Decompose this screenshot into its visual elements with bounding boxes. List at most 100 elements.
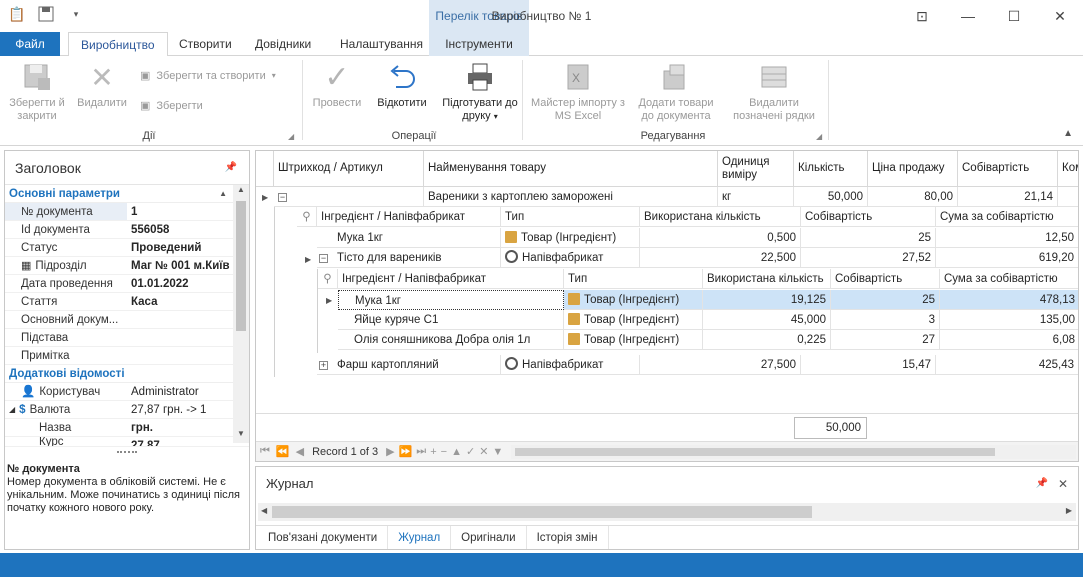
save-close-button[interactable]: Зберегти й закрити: [6, 60, 68, 123]
header-name[interactable]: Найменування товару: [424, 151, 718, 187]
sub-header-sum[interactable]: Сума за собівартістю: [936, 207, 1078, 227]
print-button[interactable]: Підготувати до друку ▾: [442, 60, 518, 123]
tab-tools[interactable]: Інструменти: [429, 32, 529, 56]
sub-header-cost[interactable]: Собівартість: [801, 207, 936, 227]
customize-icon[interactable]: ▾: [68, 6, 84, 22]
sub-cell-sum[interactable]: 425,43: [936, 355, 1078, 375]
category-extra[interactable]: Додаткові відомості: [5, 365, 249, 383]
subsub-cell-type[interactable]: Товар (Інгредієнт): [564, 330, 703, 350]
cell-name[interactable]: Вареники з картоплею заморожені: [424, 187, 718, 207]
tab-directories[interactable]: Довідники: [243, 32, 323, 56]
subsub-cell-name[interactable]: Мука 1кг: [338, 290, 564, 310]
subsub-cell-cost[interactable]: 27: [831, 330, 940, 350]
close-button[interactable]: ✕: [1037, 0, 1083, 32]
cell-cost[interactable]: 21,14: [958, 187, 1058, 207]
subsub-header-type[interactable]: Тип: [564, 269, 703, 289]
property-value[interactable]: 27,87: [127, 437, 249, 446]
subsub-cell-sum[interactable]: 6,08: [940, 330, 1078, 350]
subsub-cell-name[interactable]: Яйце куряче С1: [338, 310, 564, 330]
property-value[interactable]: Маг № 001 м.Київ: [127, 257, 249, 274]
vertical-scrollbar[interactable]: ▲ ▼: [233, 185, 249, 443]
property-row[interactable]: Підстава: [5, 329, 249, 347]
sub-cell-qty[interactable]: 0,500: [640, 228, 801, 248]
subsub-cell-sum[interactable]: 135,00: [940, 310, 1078, 330]
cell-price[interactable]: 80,00: [868, 187, 958, 207]
first-record-icon[interactable]: ⏮: [260, 445, 270, 458]
scroll-right-icon[interactable]: ▶: [1066, 506, 1072, 515]
search-icon[interactable]: ⚲: [297, 207, 317, 227]
tab-originals[interactable]: Оригінали: [451, 526, 527, 549]
cell-quantity[interactable]: 50,000: [794, 187, 868, 207]
sub-cell-name[interactable]: Тісто для вареників: [317, 248, 501, 268]
pin-icon[interactable]: 📌: [1036, 467, 1048, 501]
scroll-thumb[interactable]: [236, 201, 246, 331]
scroll-thumb[interactable]: [272, 506, 812, 518]
property-value[interactable]: Administrator: [127, 383, 249, 400]
subsub-header-cost[interactable]: Собівартість: [831, 269, 940, 289]
subsub-header-ingredient[interactable]: Інгредієнт / Напівфабрикат: [338, 269, 564, 289]
search-icon[interactable]: ⚲: [318, 269, 338, 289]
sub-cell-type[interactable]: Напівфабрикат: [501, 248, 640, 268]
import-wizard-button[interactable]: X Майстер імпорту з MS Excel: [528, 60, 628, 123]
expand-icon[interactable]: ◢: [9, 401, 15, 418]
cell-unit[interactable]: кг: [718, 187, 794, 207]
maximize-button[interactable]: ☐: [991, 0, 1037, 32]
property-value[interactable]: [127, 347, 249, 364]
sub-cell-sum[interactable]: 619,20: [936, 248, 1078, 268]
scroll-thumb[interactable]: [515, 447, 996, 456]
header-barcode[interactable]: Штрихкод / Артикул: [274, 151, 424, 187]
property-row[interactable]: ◢ $ Валюта 27,87 грн. -> 1: [5, 401, 249, 419]
post-button[interactable]: ✓ Провести: [308, 60, 366, 110]
horizontal-scrollbar[interactable]: [511, 444, 1077, 459]
subsub-header-used-qty[interactable]: Використана кількість: [703, 269, 831, 289]
delete-button[interactable]: ✕ Видалити: [72, 60, 132, 110]
header-price[interactable]: Ціна продажу: [868, 151, 958, 187]
property-row[interactable]: Примітка: [5, 347, 249, 365]
subsub-cell-name[interactable]: Олія соняшникова Добра олія 1л: [338, 330, 564, 350]
splitter-grip[interactable]: [117, 451, 137, 453]
header-comment[interactable]: Ком: [1058, 151, 1078, 187]
property-row[interactable]: Стаття Каса: [5, 293, 249, 311]
subsub-cell-sum[interactable]: 478,13: [940, 290, 1078, 310]
property-row[interactable]: Статус Проведений: [5, 239, 249, 257]
collapse-icon[interactable]: ▲: [219, 185, 227, 203]
property-value[interactable]: 556058: [127, 221, 249, 238]
sub-cell-name[interactable]: Мука 1кг: [317, 228, 501, 248]
prev-page-icon[interactable]: ⏪: [276, 445, 290, 458]
undo-button[interactable]: Відкотити: [370, 60, 434, 110]
save-button[interactable]: ▣ Зберегти: [140, 99, 203, 113]
property-value[interactable]: Каса: [127, 293, 249, 310]
sub-cell-cost[interactable]: 25: [801, 228, 936, 248]
tab-production[interactable]: Виробництво: [68, 32, 168, 57]
sub-cell-name[interactable]: Фарш картопляний: [317, 355, 501, 375]
sub-header-type[interactable]: Тип: [501, 207, 640, 227]
tab-create[interactable]: Створити: [167, 32, 244, 56]
cell-comment[interactable]: [1058, 187, 1078, 207]
save-record-icon[interactable]: ✓: [466, 445, 475, 458]
sub-cell-type[interactable]: Товар (Інгредієнт): [501, 228, 640, 248]
delete-record-icon[interactable]: −: [441, 446, 447, 458]
sub-header-ingredient[interactable]: Інгредієнт / Напівфабрикат: [317, 207, 501, 227]
header-cost[interactable]: Собівартість: [958, 151, 1058, 187]
property-row[interactable]: Курс 27,87: [5, 437, 249, 447]
property-row[interactable]: Id документа 556058: [5, 221, 249, 239]
filter-icon[interactable]: ▼: [492, 446, 503, 458]
clipboard-icon[interactable]: 📋: [8, 6, 25, 22]
add-record-icon[interactable]: +: [430, 446, 436, 458]
tab-file[interactable]: Файл: [0, 32, 60, 56]
edit-record-icon[interactable]: ▲: [451, 446, 462, 458]
sub-header-used-qty[interactable]: Використана кількість: [640, 207, 801, 227]
property-value[interactable]: [127, 329, 249, 346]
scroll-left-icon[interactable]: ◀: [261, 506, 267, 515]
subsub-cell-cost[interactable]: 3: [831, 310, 940, 330]
sub-cell-type[interactable]: Напівфабрикат: [501, 355, 640, 375]
journal-scrollbar[interactable]: ◀ ▶: [258, 503, 1076, 521]
prev-record-icon[interactable]: ◀: [296, 445, 304, 458]
property-row[interactable]: 👤 Користувач Administrator: [5, 383, 249, 401]
property-row[interactable]: № документа 1: [5, 203, 249, 221]
subsub-header-sum[interactable]: Сума за собівартістю: [940, 269, 1078, 289]
subsub-cell-qty[interactable]: 19,125: [703, 290, 831, 310]
add-goods-button[interactable]: Додати товари до документа: [632, 60, 720, 123]
sub-cell-qty[interactable]: 22,500: [640, 248, 801, 268]
last-record-icon[interactable]: ⏭: [416, 445, 426, 458]
